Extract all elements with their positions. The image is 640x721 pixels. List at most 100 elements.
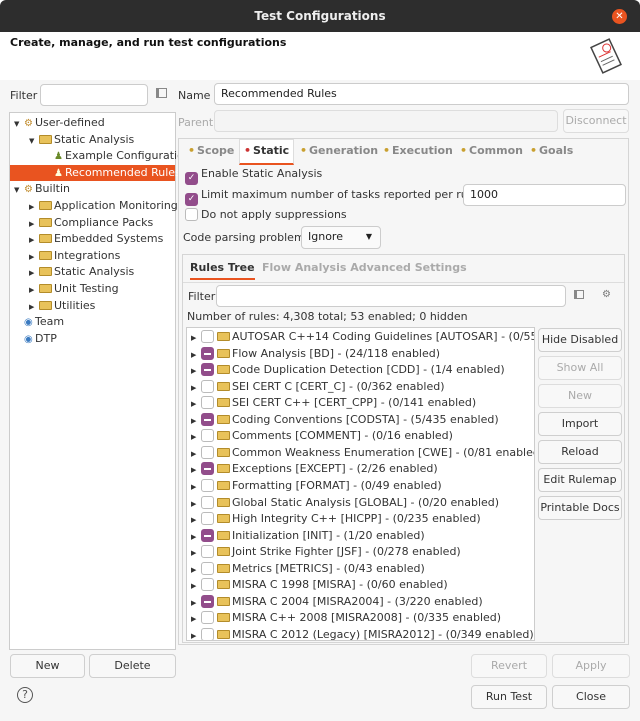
rule-category-row[interactable]: ▶ High Integrity C++ [HICPP] - (0/235 ena… [191, 511, 481, 527]
reload-button[interactable]: Reload [538, 440, 622, 464]
rule-category-row[interactable]: ▶ Common Weakness Enumeration [CWE] - (0/… [191, 445, 534, 462]
rule-checkbox[interactable] [201, 545, 214, 559]
rule-category-row[interactable]: ▶ AUTOSAR C++14 Coding Guidelines [AUTOSA… [191, 329, 534, 346]
printable-docs-button[interactable]: Printable Docs [538, 496, 622, 520]
chevron-down-icon[interactable]: ▼ [14, 182, 24, 198]
tree-item[interactable]: ◉ DTP [10, 331, 175, 347]
show-all-button[interactable]: Show All [538, 356, 622, 380]
chevron-right-icon[interactable]: ▶ [29, 249, 39, 265]
chevron-down-icon[interactable]: ▼ [29, 133, 39, 149]
rule-checkbox[interactable] [201, 346, 214, 360]
rule-checkbox[interactable] [201, 412, 214, 426]
rule-category-row[interactable]: ▶ Comments [COMMENT] - (0/16 enabled) [191, 428, 453, 444]
collapse-icon[interactable] [574, 290, 584, 299]
import-button[interactable]: Import [538, 412, 622, 436]
enable-static-checkbox[interactable]: ✓ Enable Static Analysis [185, 167, 322, 185]
rule-category-row[interactable]: ▶ SEI CERT C [CERT_C] - (0/362 enabled) [191, 379, 445, 395]
chevron-right-icon[interactable]: ▶ [191, 628, 201, 640]
tree-item[interactable]: ▶ Compliance Packs [10, 215, 175, 231]
chevron-right-icon[interactable]: ▶ [191, 413, 201, 429]
chevron-right-icon[interactable]: ▶ [29, 216, 39, 232]
rules-filter-input[interactable] [216, 285, 566, 307]
tab-generation[interactable]: • Generation [300, 143, 378, 165]
chevron-right-icon[interactable]: ▶ [191, 512, 201, 528]
tree-item[interactable]: ◉ Team [10, 314, 175, 330]
chevron-right-icon[interactable]: ▶ [191, 363, 201, 379]
new-config-button[interactable]: New [10, 654, 85, 678]
chevron-right-icon[interactable]: ▶ [191, 595, 201, 611]
subtab-rules-tree[interactable]: Rules Tree [190, 261, 255, 280]
tree-item[interactable]: ♟ Recommended Rules [10, 164, 181, 181]
chevron-right-icon[interactable]: ▶ [29, 299, 39, 315]
rule-checkbox[interactable] [201, 578, 214, 592]
rule-checkbox[interactable] [201, 462, 214, 476]
rule-category-row[interactable]: ▶ Initialization [INIT] - (1/20 enabled) [191, 528, 425, 544]
help-icon[interactable]: ? [17, 687, 33, 703]
rule-category-row[interactable]: ▶ Exceptions [EXCEPT] - (2/26 enabled) [191, 461, 438, 477]
run-test-button[interactable]: Run Test [471, 685, 547, 709]
delete-config-button[interactable]: Delete [89, 654, 176, 678]
chevron-right-icon[interactable]: ▶ [191, 347, 201, 363]
apply-button[interactable]: Apply [552, 654, 630, 678]
chevron-down-icon[interactable]: ▼ [14, 116, 24, 132]
rule-checkbox[interactable] [201, 594, 214, 608]
chevron-right-icon[interactable]: ▶ [191, 611, 201, 627]
tree-item[interactable]: ♟ Example Configuration [10, 148, 191, 164]
chevron-right-icon[interactable]: ▶ [191, 462, 201, 478]
config-filter-input[interactable] [40, 84, 148, 106]
close-button[interactable]: Close [552, 685, 630, 709]
rule-checkbox[interactable] [201, 363, 214, 377]
tab-goals[interactable]: • Goals [530, 143, 573, 165]
chevron-right-icon[interactable]: ▶ [191, 446, 201, 462]
disconnect-button[interactable]: Disconnect [563, 109, 629, 133]
chevron-right-icon[interactable]: ▶ [191, 578, 201, 594]
code-parsing-dropdown[interactable]: Ignore ▼ [301, 226, 381, 249]
subtab-flow-analysis[interactable]: Flow Analysis Advanced Settings [262, 261, 467, 274]
chevron-right-icon[interactable]: ▶ [191, 380, 201, 396]
rule-checkbox[interactable] [201, 478, 214, 492]
collapse-icon[interactable] [156, 88, 167, 98]
rule-category-row[interactable]: ▶ Joint Strike Fighter [JSF] - (0/278 ena… [191, 544, 461, 560]
rule-category-row[interactable]: ▶ Formatting [FORMAT] - (0/49 enabled) [191, 478, 442, 494]
tab-scope[interactable]: • Scope [188, 143, 234, 165]
revert-button[interactable]: Revert [471, 654, 547, 678]
rule-category-row[interactable]: ▶ MISRA C++ 2008 [MISRA2008] - (0/335 ena… [191, 610, 501, 626]
tab-execution[interactable]: • Execution [383, 143, 453, 165]
tree-item[interactable]: ▶ Application Monitoring [10, 198, 178, 215]
chevron-right-icon[interactable]: ▶ [191, 529, 201, 545]
rule-category-row[interactable]: ▶ MISRA C 2004 [MISRA2004] - (3/220 enabl… [191, 594, 483, 610]
rule-category-row[interactable]: ▶ Coding Conventions [CODSTA] - (5/435 en… [191, 412, 499, 428]
tree-item[interactable]: ▼ ⚙ Builtin [10, 181, 175, 197]
rule-checkbox[interactable] [201, 429, 214, 443]
chevron-right-icon[interactable]: ▶ [29, 282, 39, 298]
hide-disabled-button[interactable]: Hide Disabled [538, 328, 622, 352]
chevron-right-icon[interactable]: ▶ [191, 429, 201, 445]
name-input[interactable]: Recommended Rules [214, 83, 629, 105]
tree-item[interactable]: ▶ Unit Testing [10, 281, 175, 297]
chevron-right-icon[interactable]: ▶ [191, 330, 201, 346]
rule-category-row[interactable]: ▶ SEI CERT C++ [CERT_CPP] - (0/141 enable… [191, 395, 476, 411]
chevron-right-icon[interactable]: ▶ [191, 496, 201, 512]
filter-options-icon[interactable]: ⚙ [602, 289, 611, 300]
rule-checkbox[interactable] [201, 611, 214, 625]
rule-checkbox[interactable] [201, 396, 214, 410]
chevron-right-icon[interactable]: ▶ [191, 545, 201, 561]
chevron-right-icon[interactable]: ▶ [29, 199, 39, 215]
tree-item[interactable]: ▼ ⚙ User-defined [10, 115, 175, 131]
rule-checkbox[interactable] [201, 528, 214, 542]
config-tree[interactable]: ▼ ⚙ User-defined ▼ Static Analysis ♟ Example C… [9, 112, 191, 650]
rule-checkbox[interactable] [201, 445, 214, 459]
rule-category-row[interactable]: ▶ MISRA C 1998 [MISRA] - (0/60 enabled) [191, 577, 448, 593]
rule-category-row[interactable]: ▶ MISRA C 2012 (Legacy) [MISRA2012] - (0/… [191, 627, 534, 640]
rules-tree[interactable]: ▶ AUTOSAR C++14 Coding Guidelines [AUTOSA… [186, 327, 535, 641]
tab-static[interactable]: • Static [239, 139, 295, 165]
new-button[interactable]: New [538, 384, 622, 408]
rule-category-row[interactable]: ▶ Global Static Analysis [GLOBAL] - (0/20… [191, 495, 499, 511]
tree-item[interactable]: ▶ Utilities [10, 298, 175, 314]
chevron-right-icon[interactable]: ▶ [29, 232, 39, 248]
chevron-right-icon[interactable]: ▶ [191, 396, 201, 412]
rule-checkbox[interactable] [201, 330, 214, 343]
rule-checkbox[interactable] [201, 561, 214, 575]
chevron-right-icon[interactable]: ▶ [29, 265, 39, 281]
rule-category-row[interactable]: ▶ Code Duplication Detection [CDD] - (1/4… [191, 362, 505, 378]
